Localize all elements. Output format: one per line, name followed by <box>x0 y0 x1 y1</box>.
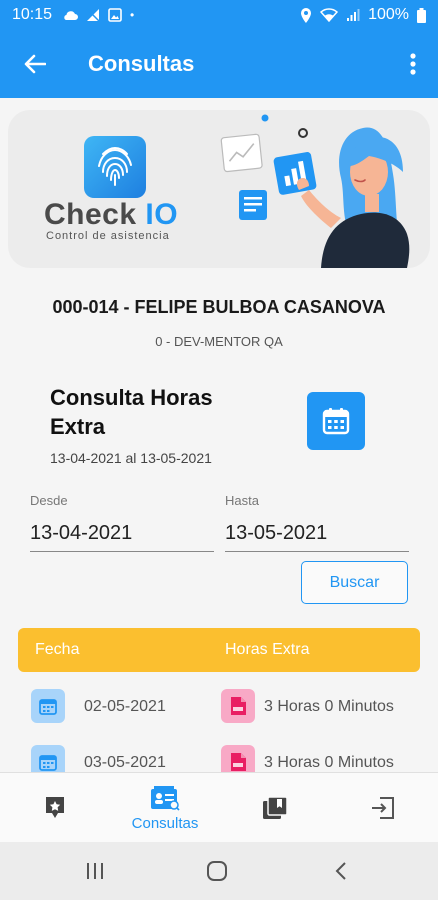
status-right-icons: 100% <box>300 6 426 24</box>
battery-icon <box>417 7 426 23</box>
header-fecha: Fecha <box>35 641 80 658</box>
home-button[interactable] <box>192 856 242 886</box>
recents-button[interactable] <box>70 856 120 886</box>
brand-tagline: Control de asistencia <box>46 230 170 242</box>
brand-accent: IO <box>145 198 179 231</box>
status-bar: 10:15 • 100% <box>0 0 438 30</box>
calendar-button[interactable] <box>307 392 365 450</box>
hasta-field[interactable]: 13-05-2021 <box>225 518 409 552</box>
library-icon <box>263 796 288 819</box>
brand-main: Check <box>44 198 137 231</box>
hasta-label: Hasta <box>225 493 259 508</box>
star-note-icon <box>46 797 64 818</box>
nav-item-consultas[interactable]: Consultas <box>110 773 220 843</box>
status-left-icons: • <box>62 8 134 22</box>
status-time: 10:15 <box>12 6 53 23</box>
contact-card-icon <box>151 785 180 811</box>
home-icon <box>207 861 227 881</box>
search-button[interactable]: Buscar <box>301 561 408 604</box>
calendar-icon <box>322 408 350 435</box>
pdf-icon[interactable] <box>221 689 255 723</box>
signal-icon <box>347 9 360 21</box>
header-banner: Check IO Control de asistencia <box>8 110 430 268</box>
page-title: Consultas <box>88 51 195 76</box>
cloud-icon <box>64 11 79 20</box>
more-options-button[interactable] <box>388 30 438 98</box>
back-system-button[interactable] <box>316 856 366 886</box>
recents-icon <box>87 863 103 879</box>
signal-off-icon <box>86 8 100 22</box>
back-button[interactable] <box>0 30 70 98</box>
desde-field[interactable]: 13-04-2021 <box>30 518 214 552</box>
table-header: Fecha Horas Extra <box>18 628 420 672</box>
employee-department: 0 - DEV-MENTOR QA <box>155 334 283 349</box>
battery-percent: 100% <box>368 6 409 23</box>
brand-name: Check IO <box>44 198 178 232</box>
logout-icon <box>372 797 394 819</box>
employee-name: 000-014 - FELIPE BULBOA CASANOVA <box>52 297 386 317</box>
nav-label-consultas: Consultas <box>131 814 199 832</box>
row-date: 03-05-2021 <box>84 754 166 771</box>
nav-item-biblioteca[interactable] <box>220 773 330 843</box>
woman-illustration <box>220 114 410 268</box>
back-icon <box>335 862 346 880</box>
location-icon <box>301 7 312 23</box>
desde-label: Desde <box>30 493 68 508</box>
more-vert-icon <box>410 53 416 75</box>
row-date: 02-05-2021 <box>84 698 166 715</box>
bottom-navigation: Consultas <box>0 772 438 842</box>
section-title: Consulta Horas Extra <box>50 385 213 439</box>
app-bar: Consultas <box>0 30 438 98</box>
calendar-icon <box>31 689 65 723</box>
back-arrow-icon <box>24 54 46 74</box>
fingerprint-logo-icon <box>84 136 146 198</box>
row-hours: 3 Horas 0 Minutos <box>264 754 394 771</box>
date-range: 13-04-2021 al 13-05-2021 <box>50 450 212 466</box>
nav-item-registro[interactable] <box>0 773 110 843</box>
nav-item-salir[interactable] <box>328 773 438 843</box>
header-horas-extra: Horas Extra <box>225 641 310 658</box>
system-navigation <box>0 842 438 900</box>
image-icon <box>108 8 122 22</box>
wifi-icon <box>320 8 339 22</box>
status-dot: • <box>130 8 135 22</box>
row-hours: 3 Horas 0 Minutos <box>264 698 394 715</box>
table-row[interactable]: 02-05-2021 3 Horas 0 Minutos <box>18 683 420 729</box>
